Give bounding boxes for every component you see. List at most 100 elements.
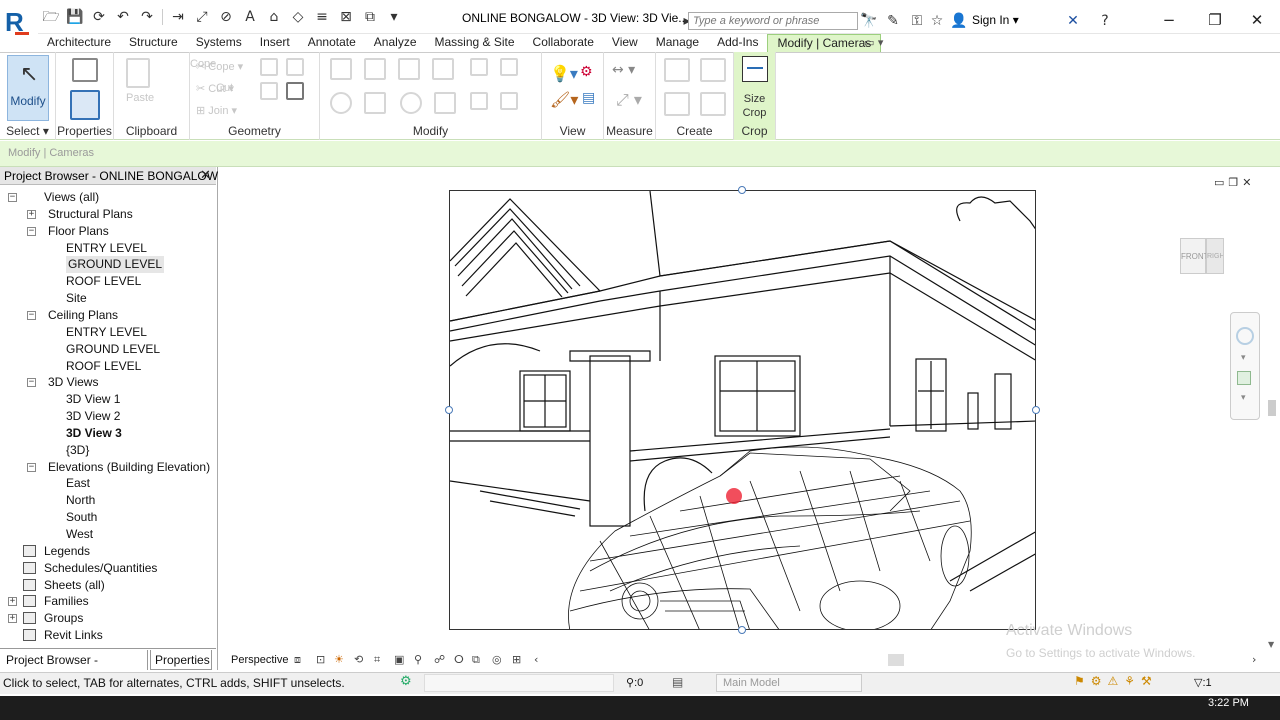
tree-item[interactable]: 3D Views (48, 374, 98, 391)
editing-requests[interactable]: ⚲:0 (626, 676, 643, 689)
tab-manage[interactable]: Manage (647, 34, 708, 52)
tab-view[interactable]: View (603, 34, 647, 52)
tree-item[interactable]: North (66, 492, 95, 509)
size-crop-button[interactable]: Size Crop (734, 92, 775, 120)
save-icon[interactable]: 💾 (66, 8, 84, 26)
ribbon-options-icon[interactable]: ▭ ▾ (864, 36, 883, 49)
tab-structure[interactable]: Structure (120, 34, 187, 52)
workset-select[interactable] (424, 674, 614, 692)
tab-project-browser[interactable]: Project Browser - ONLINE B... (2, 650, 148, 687)
override-graphics-icon[interactable]: ⚙ (580, 64, 593, 80)
tree-expander-icon[interactable]: + (27, 209, 36, 219)
tab-insert[interactable]: Insert (251, 34, 299, 52)
3d-view-icon[interactable]: ⌂ (265, 8, 283, 26)
tree-item[interactable]: 3D View 2 (66, 408, 120, 425)
viewcube-front[interactable]: FRONT (1180, 238, 1209, 274)
customize-qat-icon[interactable]: ▾ (385, 8, 403, 26)
viewcube[interactable]: FRONT RIGHT (1180, 238, 1224, 274)
zoom-dropdown-icon[interactable]: ▾ (1241, 393, 1246, 403)
subscription-icon[interactable]: ⚿ (908, 12, 926, 30)
tree-item[interactable]: West (66, 526, 93, 543)
tree-expander-icon[interactable]: − (8, 193, 17, 202)
tree-item[interactable]: ENTRY LEVEL (66, 240, 147, 257)
tree-item[interactable]: GROUND LEVEL (66, 256, 165, 274)
switch-windows-icon[interactable]: ⧉ (361, 8, 379, 26)
tree-item[interactable]: Site (66, 290, 87, 307)
tree-expander-icon[interactable]: − (27, 378, 36, 388)
3d-view-crop-region[interactable] (449, 190, 1036, 630)
favorites-icon[interactable]: ☆ (928, 12, 946, 30)
tree-expander-icon[interactable]: − (27, 310, 36, 320)
analytical-model-icon[interactable]: ◎ (492, 653, 502, 666)
temporary-properties-icon[interactable]: ⧉ (472, 653, 480, 667)
binoculars-icon[interactable]: 🔭 (860, 12, 878, 30)
measure-icon[interactable]: ↔ ▾ (612, 62, 635, 78)
worksharing-icon[interactable]: ⚙ (400, 674, 412, 689)
demolish-icon[interactable] (286, 82, 304, 100)
tree-item[interactable]: South (66, 509, 97, 526)
render-icon[interactable]: ⟲ (354, 653, 363, 666)
tree-item[interactable]: 3D View 1 (66, 391, 120, 408)
properties-icon[interactable] (70, 90, 100, 120)
filter-count[interactable]: ▽:1 (1194, 676, 1212, 689)
tree-item[interactable]: Groups (44, 610, 83, 627)
tab-collaborate[interactable]: Collaborate (524, 34, 603, 52)
selection-filters-icons[interactable]: ⚑⚙⚠⚘⚒ (1074, 674, 1158, 688)
open-icon[interactable]: 🗁 (42, 8, 60, 26)
tree-item[interactable]: Revit Links (44, 627, 103, 644)
tree-item[interactable]: East (66, 475, 90, 492)
close-hidden-icon[interactable]: ⊠ (337, 8, 355, 26)
dimension-icon[interactable]: ⤢ ▾ (616, 90, 642, 110)
tab-annotate[interactable]: Annotate (299, 34, 365, 52)
select-panel-label[interactable]: Select ▾ (0, 124, 55, 138)
visual-style-icon[interactable]: ⧈ (294, 653, 301, 667)
shadows-icon[interactable]: ☀ (334, 653, 344, 666)
scroll-right-icon[interactable]: › (1252, 653, 1256, 666)
tree-item[interactable]: Ceiling Plans (48, 307, 118, 324)
hide-in-view-icon[interactable]: 💡▾ (550, 64, 578, 83)
tab-analyze[interactable]: Analyze (365, 34, 426, 52)
tree-item[interactable]: Legends (44, 543, 90, 560)
thin-lines-icon[interactable]: ≡ (313, 8, 331, 26)
app-menu-button[interactable]: R (0, 0, 38, 44)
filter-icon[interactable]: ▤ (582, 90, 595, 106)
tree-item[interactable]: Schedules/Quantities (44, 560, 157, 577)
help-icon[interactable]: ? (1096, 12, 1114, 30)
tree-item[interactable]: Structural Plans (48, 206, 133, 223)
text-icon[interactable]: A (241, 8, 259, 26)
close-button[interactable]: ✕ (1240, 10, 1274, 30)
tree-item[interactable]: Elevations (Building Elevation) (48, 459, 210, 476)
tab-architecture[interactable]: Architecture (38, 34, 120, 52)
tree-item[interactable]: GROUND LEVEL (66, 341, 160, 358)
tree-item[interactable]: ROOF LEVEL (66, 358, 141, 375)
tree-expander-icon[interactable]: − (27, 462, 36, 472)
crop-grip-left[interactable] (445, 406, 453, 414)
steering-dropdown-icon[interactable]: ▾ (1241, 353, 1246, 363)
show-crop-icon[interactable]: ▣ (394, 653, 404, 666)
crop-grip-right[interactable] (1032, 406, 1040, 414)
restore-button[interactable]: ❐ (1198, 10, 1232, 30)
tab-properties[interactable]: Properties (150, 650, 212, 670)
design-option-select[interactable]: Main Model (716, 674, 862, 692)
tree-expander-icon[interactable]: + (8, 597, 17, 607)
sync-icon[interactable]: ⟳ (90, 8, 108, 26)
tab-systems[interactable]: Systems (187, 34, 251, 52)
crop-grip-bottom[interactable] (738, 626, 746, 634)
modify-button[interactable]: ↖ Modify (7, 55, 49, 121)
scroll-down-icon[interactable]: ▼ (1268, 640, 1274, 649)
lock-view-icon[interactable]: ⚲ (414, 653, 422, 666)
project-browser-close-icon[interactable]: ✕ (200, 168, 211, 183)
search-input[interactable]: Type a keyword or phrase (688, 12, 858, 30)
tree-item[interactable]: Sheets (all) (44, 577, 105, 594)
minimize-button[interactable]: − (1152, 10, 1186, 30)
crop-grip-top[interactable] (738, 186, 746, 194)
tab-massing-site[interactable]: Massing & Site (426, 34, 524, 52)
steering-wheel-icon[interactable] (1236, 327, 1254, 345)
crop-view-icon[interactable]: ⌗ (374, 653, 380, 667)
redo-icon[interactable]: ↷ (138, 8, 156, 26)
tree-item[interactable]: {3D} (66, 442, 89, 459)
tree-item[interactable]: Floor Plans (48, 223, 109, 240)
tree-item[interactable]: ROOF LEVEL (66, 273, 141, 290)
tab-add-ins[interactable]: Add-Ins (708, 34, 767, 52)
dimension-icon[interactable]: ⤢ (193, 8, 211, 26)
